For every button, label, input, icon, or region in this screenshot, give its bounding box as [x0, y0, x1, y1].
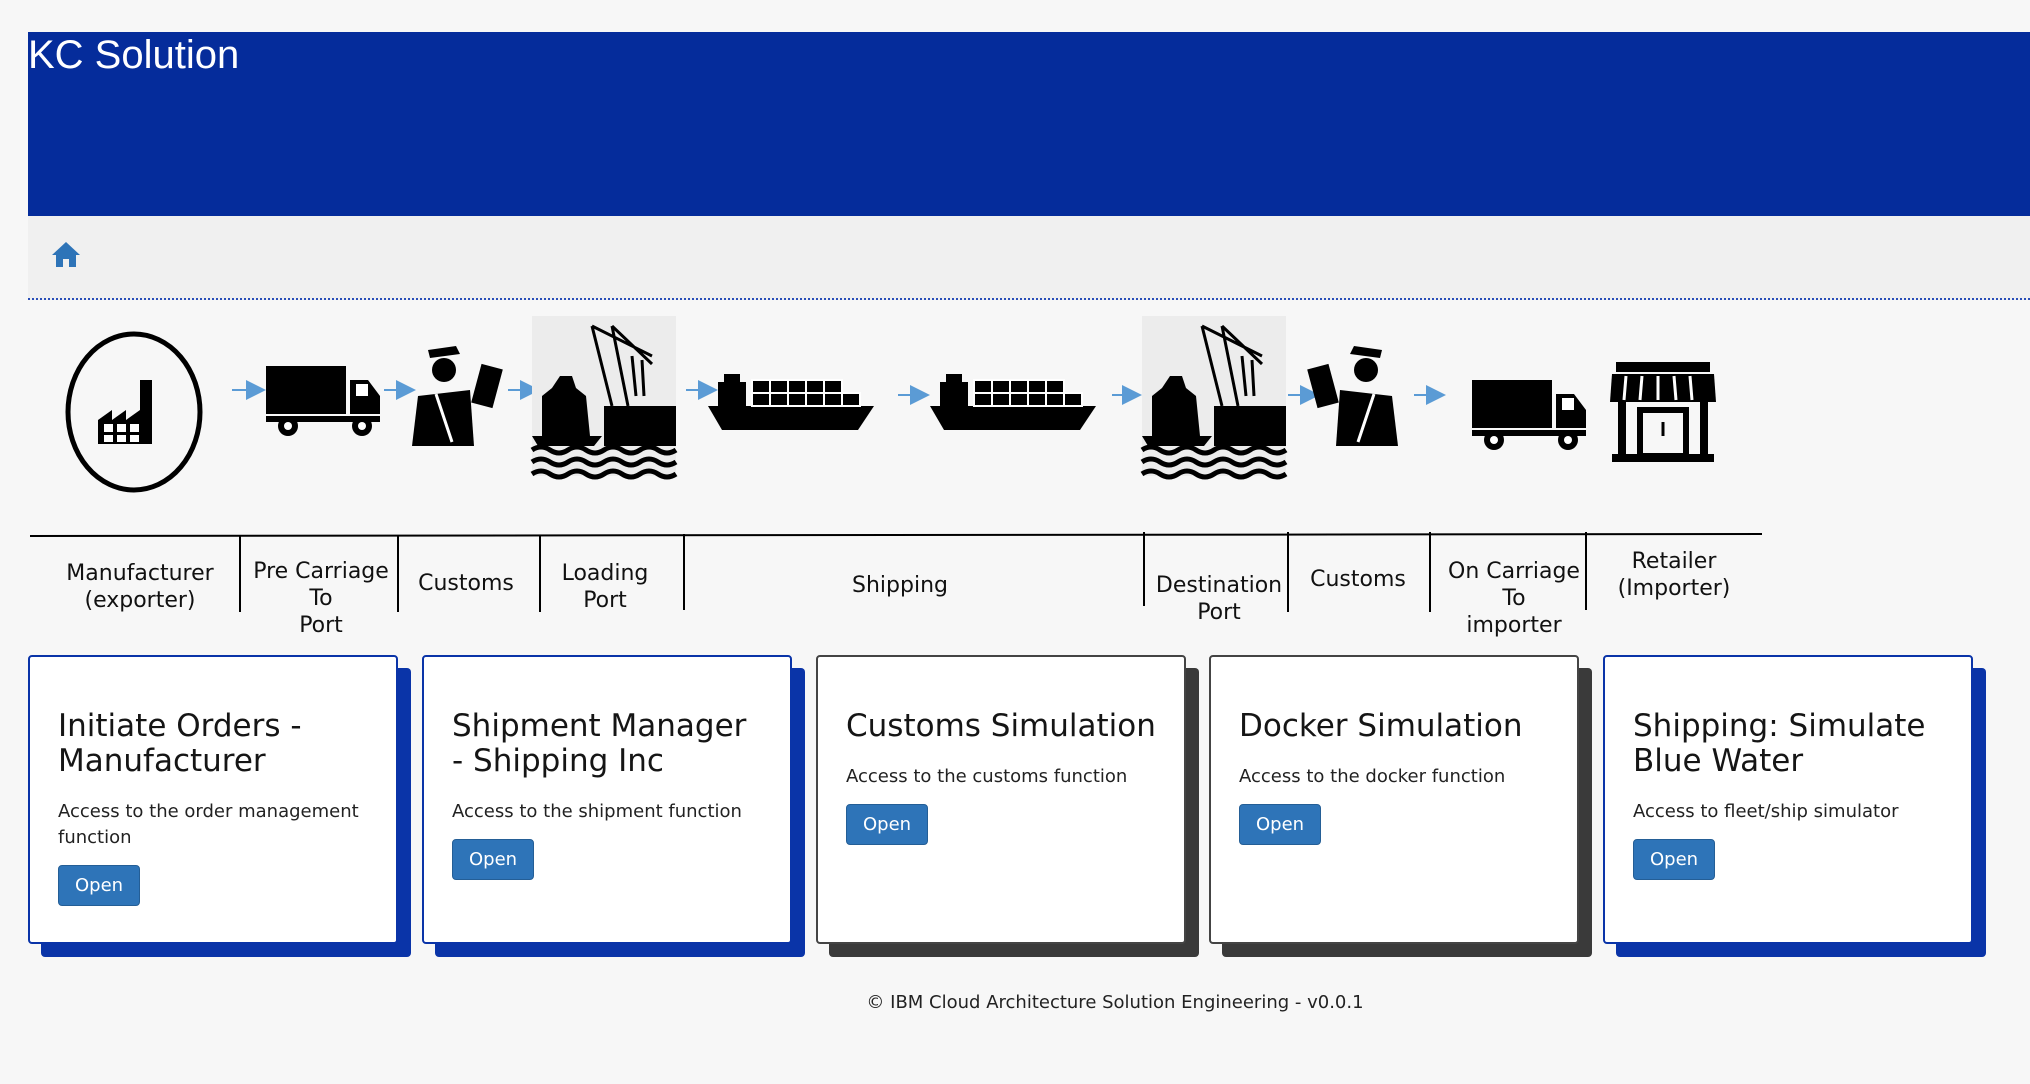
stage-label-on-carriage: On Carriage To importer	[1448, 559, 1580, 638]
stage-label-retailer: Retailer (Importer)	[1617, 549, 1731, 601]
app-title: KC Solution	[28, 33, 240, 77]
toolbar	[28, 216, 2030, 300]
stage-label-manufacturer: Manufacturer (exporter)	[66, 561, 214, 613]
store-icon	[1610, 362, 1716, 462]
stage-label-destination-port: Destination Port	[1155, 573, 1283, 625]
card-description: Access to the customs function	[846, 766, 1128, 787]
supply-chain-diagram: Manufacturer (exporter) Pre Carriage To …	[0, 310, 2030, 640]
app-header: KC Solution	[28, 32, 2030, 216]
stage-label-customs: Customs	[418, 571, 514, 596]
card-title: Shipment Manager - Shipping Inc	[452, 708, 747, 779]
card-description: Access to the shipment function	[452, 801, 742, 822]
card-shipment-manager: Shipment Manager - Shipping Inc Access t…	[422, 655, 792, 944]
card-customs-simulation: Customs Simulation Access to the customs…	[816, 655, 1186, 944]
customs-officer-icon	[1305, 344, 1400, 448]
footer-copyright: © IBM Cloud Architecture Solution Engine…	[866, 992, 1364, 1013]
card-docker-simulation: Docker Simulation Access to the docker f…	[1209, 655, 1579, 944]
stage-label-shipping: Shipping	[852, 573, 948, 598]
open-customs-button[interactable]: Open	[846, 804, 929, 845]
card-title: Docker Simulation	[1239, 708, 1523, 744]
factory-icon	[65, 331, 203, 493]
card-title: Initiate Orders - Manufacturer	[58, 708, 302, 779]
container-ship-icon	[707, 373, 875, 431]
open-fleet-simulator-button[interactable]: Open	[1633, 839, 1716, 880]
card-initiate-orders: Initiate Orders - Manufacturer Access to…	[28, 655, 398, 944]
app-card-list: Initiate Orders - Manufacturer Access to…	[28, 655, 2028, 950]
card-shipping-simulate: Shipping: Simulate Blue Water Access to …	[1603, 655, 1973, 944]
card-description: Access to fleet/ship simulator	[1633, 801, 1899, 822]
stage-label-loading-port: Loading Port	[561, 561, 649, 613]
stage-label-pre-carriage: Pre Carriage To Port	[253, 559, 389, 638]
open-orders-button[interactable]: Open	[58, 865, 141, 906]
card-title: Shipping: Simulate Blue Water	[1633, 708, 1926, 779]
card-title: Customs Simulation	[846, 708, 1156, 744]
port-crane-icon	[532, 316, 676, 477]
card-description: Access to the docker function	[1239, 766, 1506, 787]
card-description: Access to the order management function	[58, 801, 359, 848]
open-shipment-button[interactable]: Open	[452, 839, 535, 880]
open-docker-button[interactable]: Open	[1239, 804, 1322, 845]
stage-label-customs-2: Customs	[1310, 567, 1406, 592]
port-crane-icon	[1142, 316, 1286, 477]
home-icon[interactable]	[50, 238, 82, 270]
truck-icon	[266, 366, 380, 436]
truck-icon	[1472, 380, 1586, 450]
customs-officer-icon	[410, 344, 505, 448]
container-ship-icon	[929, 373, 1097, 431]
